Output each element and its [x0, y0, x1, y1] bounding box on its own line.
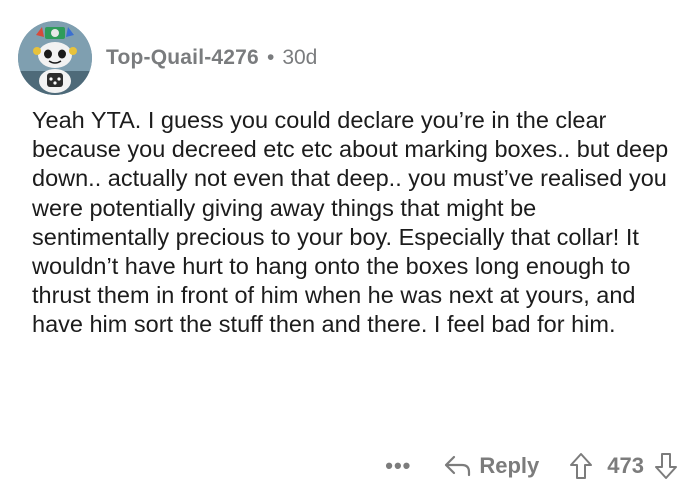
author-username[interactable]: Top-Quail-4276 — [106, 46, 259, 70]
comment-actions: ••• Reply 473 — [385, 446, 678, 486]
comment-header: Top-Quail-4276 • 30d — [18, 18, 317, 98]
comment-card: Top-Quail-4276 • 30d Yeah YTA. I guess y… — [0, 0, 700, 490]
reply-label: Reply — [479, 453, 540, 478]
vote-controls: 473 — [569, 452, 678, 480]
user-avatar[interactable] — [18, 21, 92, 95]
more-options-button[interactable]: ••• — [385, 453, 411, 479]
reply-button[interactable]: Reply — [443, 453, 539, 479]
downvote-arrow-icon[interactable] — [654, 452, 678, 480]
upvote-arrow-icon[interactable] — [569, 452, 593, 480]
snoo-avatar-icon — [18, 21, 92, 95]
comment-age: 30d — [282, 46, 318, 69]
comment-body: Yeah YTA. I guess you could declare you’… — [32, 107, 669, 338]
meta-separator: • — [266, 46, 275, 69]
vote-score: 473 — [607, 453, 644, 478]
reply-arrow-icon — [445, 455, 471, 477]
